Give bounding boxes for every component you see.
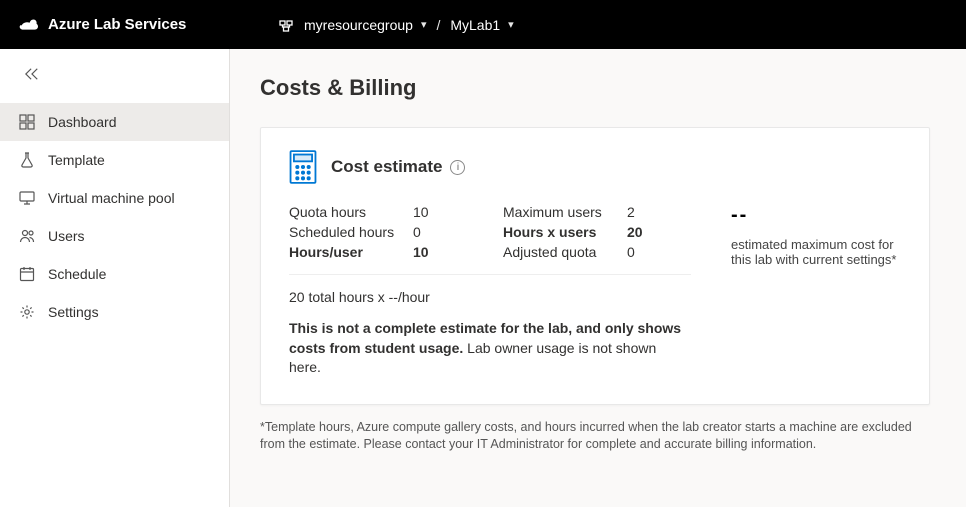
cost-estimate-card: Cost estimate i Quota hours 10 Scheduled [260,127,930,405]
sidebar-item-template[interactable]: Template [0,141,229,179]
sidebar-item-label: Virtual machine pool [48,190,175,206]
metric-scheduled-hours: Scheduled hours 0 [289,224,443,240]
sidebar-item-label: Dashboard [48,114,117,130]
main-content: Costs & Billing Cost estimate i Quota ho… [230,49,966,507]
users-icon [18,227,36,245]
azure-labs-logo-icon [16,14,38,36]
disclaimer-text: This is not a complete estimate for the … [289,319,689,378]
page-title: Costs & Billing [260,75,930,101]
gear-icon [18,303,36,321]
dashboard-icon [18,113,36,131]
rate-line: 20 total hours x --/hour [289,289,691,305]
metric-hours-x-users: Hours x users 20 [503,224,657,240]
metric-hours-per-user: Hours/user 10 [289,244,443,260]
footnote: *Template hours, Azure compute gallery c… [260,419,930,454]
metric-quota-hours: Quota hours 10 [289,204,443,220]
sidebar-item-label: Settings [48,304,99,320]
breadcrumb: myresourcegroup ▾ / MyLab1 ▾ [278,17,514,33]
sidebar-item-schedule[interactable]: Schedule [0,255,229,293]
chevron-down-icon: ▾ [421,18,427,31]
breadcrumb-lab[interactable]: MyLab1 ▾ [450,17,513,33]
sidebar: Dashboard Template Virtual machine pool … [0,49,230,507]
sidebar-item-settings[interactable]: Settings [0,293,229,331]
sidebar-item-label: Schedule [48,266,106,282]
estimate-value: -- [731,204,901,227]
brand[interactable]: Azure Lab Services [16,14,266,36]
sidebar-item-vm-pool[interactable]: Virtual machine pool [0,179,229,217]
sidebar-item-label: Users [48,228,85,244]
sidebar-item-dashboard[interactable]: Dashboard [0,103,229,141]
brand-label: Azure Lab Services [48,16,186,33]
resource-group-icon [278,17,294,33]
estimate-caption: estimated maximum cost for this lab with… [731,237,901,267]
calendar-icon [18,265,36,283]
chevron-down-icon: ▾ [508,18,514,31]
card-title: Cost estimate i [331,157,465,177]
flask-icon [18,151,36,169]
metrics-section: Quota hours 10 Scheduled hours 0 Hours/u… [289,204,691,378]
calculator-icon [289,150,317,184]
monitor-icon [18,189,36,207]
collapse-sidebar-button[interactable] [20,67,44,85]
estimate-summary: -- estimated maximum cost for this lab w… [731,204,901,378]
sidebar-item-label: Template [48,152,105,168]
sidebar-item-users[interactable]: Users [0,217,229,255]
metric-max-users: Maximum users 2 [503,204,657,220]
top-bar: Azure Lab Services myresourcegroup ▾ / M… [0,0,966,49]
metric-adjusted-quota: Adjusted quota 0 [503,244,657,260]
breadcrumb-resource-group[interactable]: myresourcegroup ▾ [304,17,426,33]
info-icon[interactable]: i [450,160,465,175]
breadcrumb-separator: / [436,17,440,33]
